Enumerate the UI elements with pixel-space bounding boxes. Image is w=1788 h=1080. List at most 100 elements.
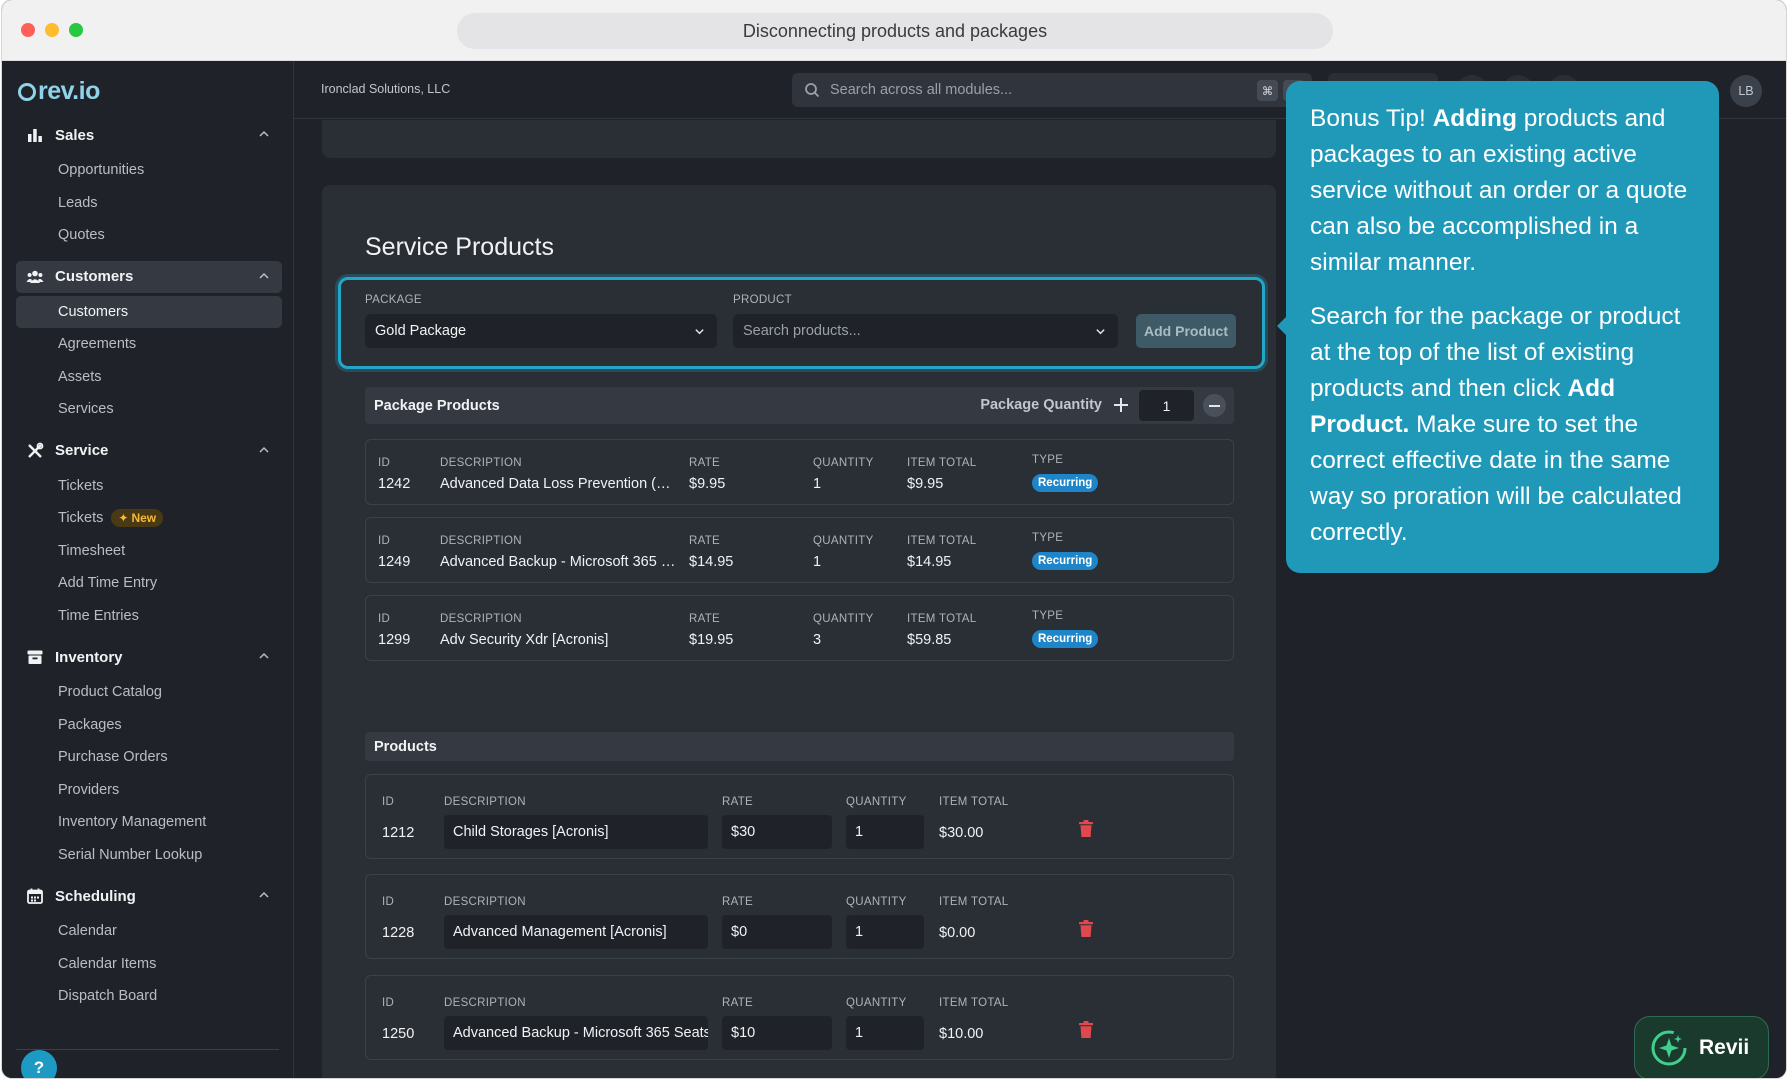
cell-description: Advanced Backup - Microsoft 365 Seats...: [440, 554, 680, 570]
sidebar-item-product-catalog[interactable]: Product Catalog: [16, 676, 282, 709]
column-label-description: DESCRIPTION: [444, 796, 526, 808]
package-quantity-input[interactable]: 1: [1139, 390, 1194, 421]
sidebar-section-inventory[interactable]: Inventory: [16, 641, 282, 673]
quantity-input[interactable]: 1: [846, 915, 924, 949]
sidebar-item-label: Serial Number Lookup: [58, 846, 203, 863]
service-products-card: Service Products PACKAGE Gold Package PR…: [322, 185, 1276, 1078]
column-label-item_total: ITEM TOTAL: [907, 613, 977, 625]
recurring-badge: Recurring: [1032, 474, 1099, 492]
sidebar-item-label: Calendar: [58, 923, 117, 940]
global-search-input[interactable]: Search across all modules... ⌘ K: [792, 73, 1312, 107]
chevron-up-icon[interactable]: [258, 444, 270, 456]
rate-input[interactable]: $0: [722, 915, 832, 949]
add-product-button[interactable]: Add Product: [1136, 314, 1236, 348]
sidebar-item-label: Providers: [58, 781, 120, 798]
sidebar-item-purchase-orders[interactable]: Purchase Orders: [16, 741, 282, 774]
rate-input[interactable]: $30: [722, 815, 832, 849]
cell-quantity: 1: [813, 554, 822, 570]
revii-assistant-button[interactable]: Revii: [1634, 1016, 1769, 1078]
sidebar-item-agreements[interactable]: Agreements: [16, 328, 282, 361]
product-label: PRODUCT: [733, 294, 792, 306]
package-select[interactable]: Gold Package: [365, 314, 717, 348]
tip-bold-text: Adding: [1432, 105, 1517, 132]
quantity-input[interactable]: 1: [846, 1016, 924, 1050]
sidebar-item-leads[interactable]: Leads: [16, 187, 282, 220]
column-label-id: ID: [382, 796, 395, 808]
sidebar-item-customers[interactable]: Customers: [16, 295, 282, 328]
sidebar-section-customers[interactable]: Customers: [16, 260, 282, 293]
sidebar-item-timesheet[interactable]: Timesheet: [16, 535, 282, 568]
sidebar-item-dispatch-board[interactable]: Dispatch Board: [16, 980, 282, 1013]
chevron-up-icon[interactable]: [258, 650, 270, 662]
sidebar-item-serial-number-lookup[interactable]: Serial Number Lookup: [16, 839, 282, 872]
sidebar-item-calendar[interactable]: Calendar: [16, 915, 282, 948]
sparkle-icon: ✦: [118, 511, 129, 526]
trash-icon[interactable]: [1078, 820, 1094, 838]
description-input[interactable]: Advanced Management [Acronis]: [444, 915, 708, 949]
sidebar-item-label: Time Entries: [58, 607, 139, 624]
sidebar-item-inventory-management[interactable]: Inventory Management: [16, 806, 282, 839]
chevron-up-icon[interactable]: [258, 889, 270, 901]
rate-input[interactable]: $10: [722, 1016, 832, 1050]
maximize-window-button[interactable]: [69, 23, 83, 37]
products-header: Products: [365, 732, 1234, 761]
calendar-icon: [26, 887, 44, 905]
users-icon: [26, 268, 44, 286]
chevron-up-icon[interactable]: [258, 128, 270, 140]
column-label-quantity: QUANTITY: [813, 535, 874, 547]
description-input[interactable]: Advanced Backup - Microsoft 365 Seats [A…: [444, 1016, 708, 1050]
trash-icon[interactable]: [1078, 1021, 1094, 1039]
package-select-value: Gold Package: [375, 323, 467, 339]
cell-id: 1299: [378, 632, 411, 648]
sidebar-item-label: Tickets: [58, 477, 104, 494]
tip-text: Bonus Tip!: [1310, 105, 1433, 132]
cell-id: 1249: [378, 554, 411, 570]
column-label-item-total: ITEM TOTAL: [939, 796, 1009, 808]
sidebar-section-scheduling[interactable]: Scheduling: [16, 880, 282, 912]
sidebar-item-quotes[interactable]: Quotes: [16, 219, 282, 252]
sidebar-item-label: Product Catalog: [58, 684, 162, 701]
sidebar-fade: [2, 1028, 293, 1050]
sidebar-item-packages[interactable]: Packages: [16, 709, 282, 742]
tip-paragraph-2: Search for the package or product at the…: [1310, 299, 1697, 551]
section-title: Service Products: [365, 233, 554, 261]
column-label-id: ID: [382, 896, 395, 908]
sidebar-section-service[interactable]: Service: [16, 435, 282, 467]
sidebar-item-time-entries[interactable]: Time Entries: [16, 600, 282, 633]
sidebar-item-label: Services: [58, 401, 114, 418]
tools-icon: [26, 442, 44, 460]
column-label-id: ID: [378, 613, 391, 625]
sidebar-item-label: Assets: [58, 368, 102, 385]
column-label-rate: RATE: [722, 997, 754, 1009]
sidebar-section-sales[interactable]: Sales: [16, 119, 282, 151]
sidebar-item-add-time-entry[interactable]: Add Time Entry: [16, 567, 282, 600]
cell-item-total: $30.00: [939, 825, 984, 841]
description-input[interactable]: Child Storages [Acronis]: [444, 815, 708, 849]
sidebar-item-calendar-items[interactable]: Calendar Items: [16, 948, 282, 981]
sidebar-item-tickets[interactable]: Tickets: [16, 470, 282, 503]
revio-logo[interactable]: rev.io: [18, 77, 100, 106]
sidebar-item-services[interactable]: Services: [16, 393, 282, 426]
sidebar-item-providers[interactable]: Providers: [16, 774, 282, 807]
sidebar-item-tickets[interactable]: Tickets ✦ New: [16, 502, 282, 535]
tip-text: Search for the package or product at the…: [1310, 303, 1681, 402]
cell-item-total: $10.00: [939, 1026, 984, 1042]
minimize-window-button[interactable]: [45, 23, 59, 37]
cell-id: 1228: [382, 925, 415, 941]
sidebar-item-assets[interactable]: Assets: [16, 361, 282, 394]
minus-icon[interactable]: [1203, 394, 1226, 417]
recurring-badge: Recurring: [1032, 630, 1099, 648]
product-search-select[interactable]: Search products...: [733, 314, 1118, 348]
quantity-input[interactable]: 1: [846, 815, 924, 849]
help-button[interactable]: ?: [21, 1050, 57, 1078]
trash-icon[interactable]: [1078, 920, 1094, 938]
plus-icon[interactable]: [1112, 396, 1130, 414]
sidebar-item-label: Inventory Management: [58, 814, 207, 831]
sidebar-item-opportunities[interactable]: Opportunities: [16, 154, 282, 187]
chevron-up-icon[interactable]: [258, 270, 270, 282]
user-avatar[interactable]: LB: [1730, 75, 1762, 107]
cell-description: Adv Security Xdr [Acronis]: [440, 632, 609, 648]
close-window-button[interactable]: [21, 23, 35, 37]
